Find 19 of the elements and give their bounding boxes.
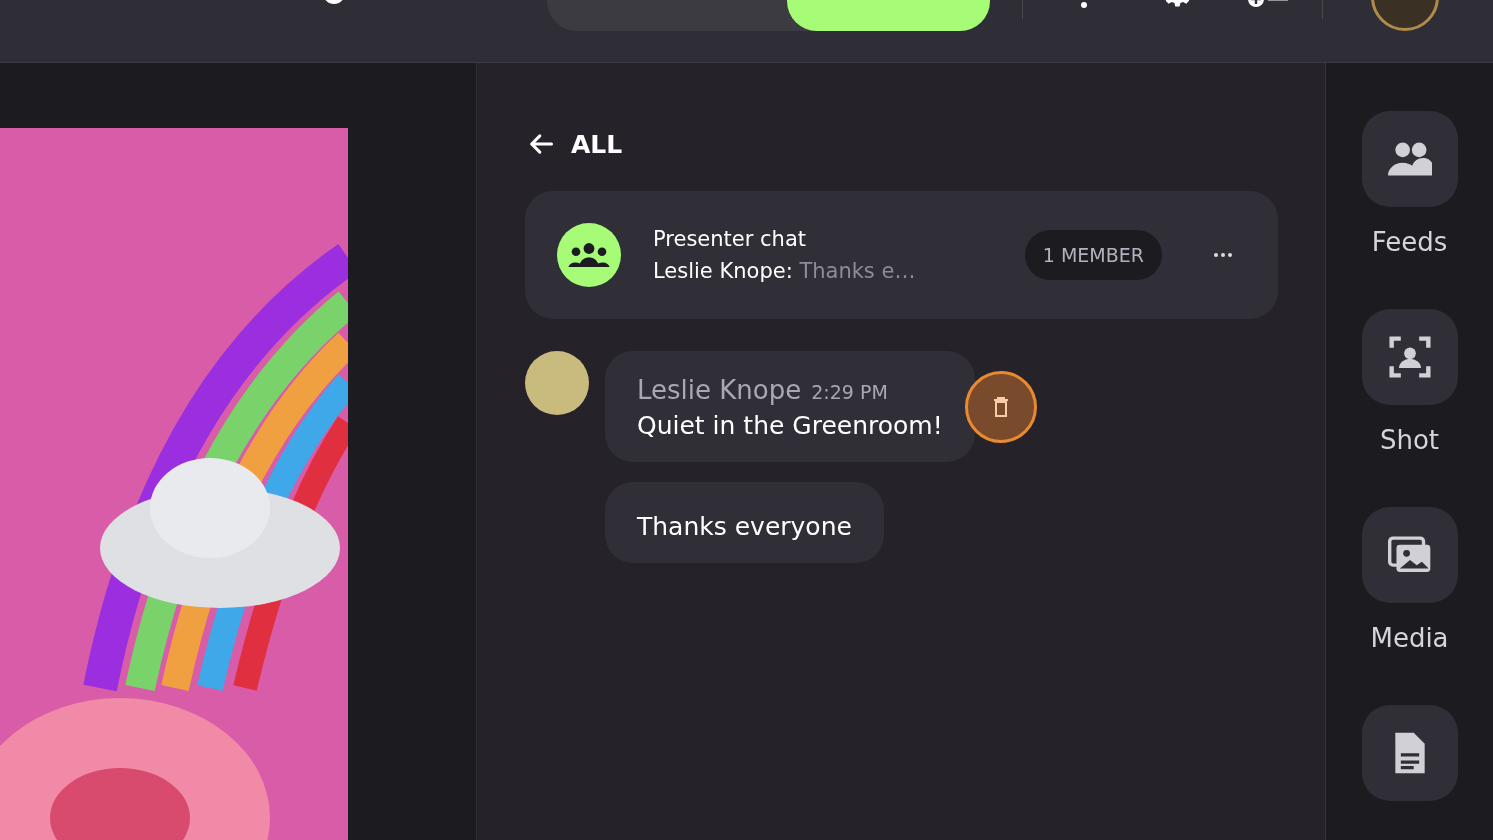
last-message-preview: Leslie Knope: Thanks e… [653,258,917,285]
portrait-frame-icon [1387,335,1432,379]
chat-card[interactable]: Presenter chat Leslie Knope: Thanks e… 1 MEMBER [525,191,1278,319]
rail-label: Feeds [1371,227,1448,257]
rail-label: Media [1370,623,1449,653]
document-button[interactable] [1361,705,1458,801]
feeds-button[interactable] [1361,111,1458,207]
rail-label: Shot [1379,425,1440,455]
message-text: Quiet in the Greenroom! [637,411,943,440]
author-name: Leslie Knope [637,375,802,405]
back-button[interactable]: ALL [525,127,623,161]
shot-button[interactable] [1361,309,1458,405]
group-icon [567,242,611,268]
media-button[interactable] [1361,507,1458,603]
member-count-badge: 1 MEMBER [1024,230,1162,280]
chat-title: Presenter chat [653,226,807,253]
message-time: 2:29 PM [811,381,888,403]
trash-icon [992,397,1009,417]
message-text: Thanks everyone [637,512,852,541]
